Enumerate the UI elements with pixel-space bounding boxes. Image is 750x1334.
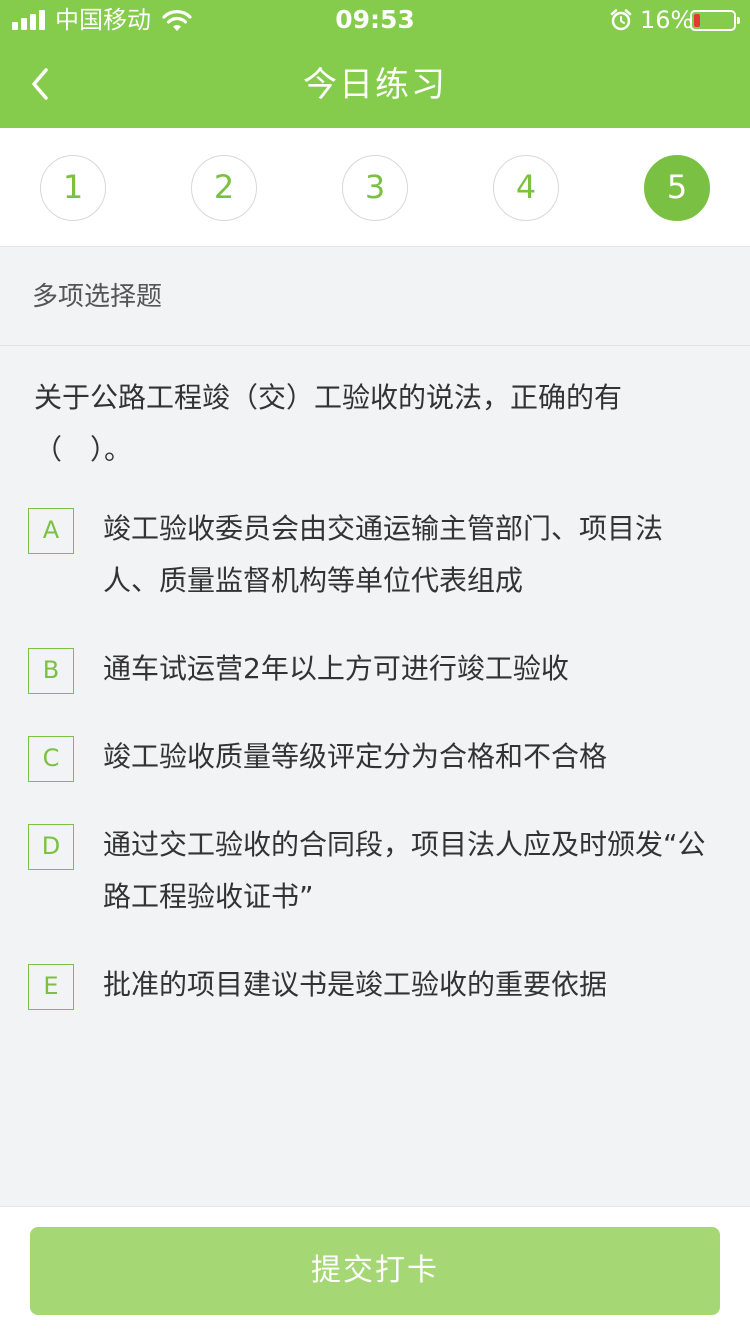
step-4-button[interactable]: 4 — [493, 155, 559, 221]
battery-percent: 16% — [640, 6, 694, 34]
option-text-c: 竣工验收质量等级评定分为合格和不合格 — [103, 740, 608, 773]
option-text-e: 批准的项目建议书是竣工验收的重要依据 — [103, 968, 608, 1001]
footer-bar: 提交打卡 — [0, 1206, 750, 1334]
status-time: 09:53 — [335, 5, 415, 34]
option-letter-b[interactable]: B — [28, 648, 74, 694]
app-header: 中国移动 09:53 16% 今日练习 — [0, 0, 750, 128]
option-text-d: 通过交工验收的合同段，项目法人应及时颁发“公路工程验收证书” — [103, 828, 706, 913]
option-letter-e[interactable]: E — [28, 964, 74, 1010]
step-1-button[interactable]: 1 — [40, 155, 106, 221]
battery-level-fill — [694, 14, 700, 27]
option-letter-d[interactable]: D — [28, 824, 74, 870]
question-text: 关于公路工程竣（交）工验收的说法，正确的有（ ）。 — [34, 381, 623, 466]
nav-bar: 今日练习 — [0, 44, 750, 128]
submit-checkin-button[interactable]: 提交打卡 — [30, 1227, 720, 1315]
step-5-button[interactable]: 5 — [644, 155, 710, 221]
option-letter-a[interactable]: A — [28, 508, 74, 554]
page-title: 今日练习 — [303, 65, 447, 105]
option-text-b: 通车试运营2年以上方可进行竣工验收 — [103, 652, 569, 685]
step-3-button[interactable]: 3 — [342, 155, 408, 221]
question-stepper: 1 2 3 4 5 — [0, 128, 750, 247]
option-text-a: 竣工验收委员会由交通运输主管部门、项目法人、质量监督机构等单位代表组成 — [103, 512, 664, 597]
question-type-label: 多项选择题 — [0, 248, 750, 346]
battery-icon — [690, 10, 740, 31]
status-bar: 中国移动 09:53 16% — [0, 0, 750, 40]
alarm-icon — [610, 9, 632, 31]
option-letter-c[interactable]: C — [28, 736, 74, 782]
step-2-button[interactable]: 2 — [191, 155, 257, 221]
